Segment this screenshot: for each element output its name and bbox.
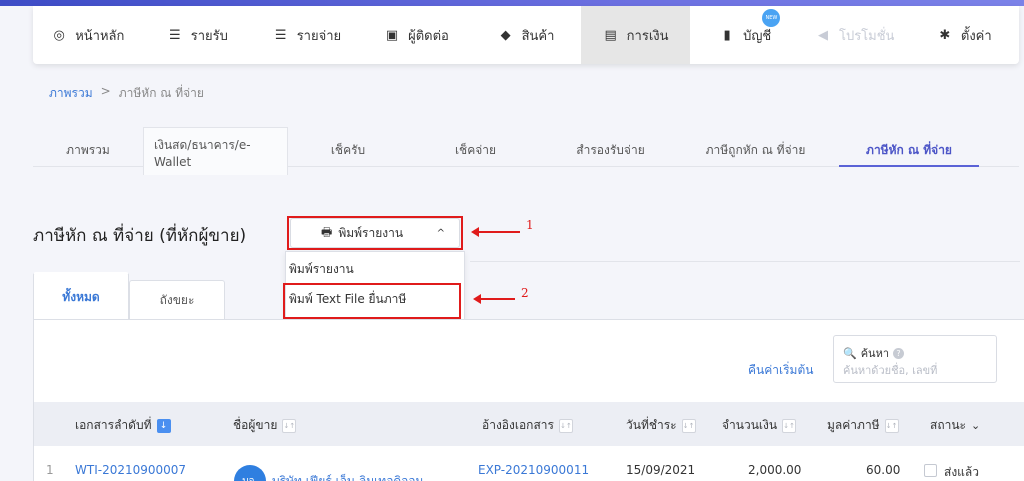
help-icon[interactable]: ? — [893, 347, 905, 359]
breadcrumb-separator: > — [100, 84, 111, 98]
nav-label: โปรโมชั่น — [838, 28, 895, 44]
megaphone-icon: ◀ — [817, 27, 828, 43]
subtab-cheque-paid[interactable]: เช็คจ่าย — [408, 135, 543, 166]
breadcrumb: ภาพรวม > ภาษีหัก ณ ที่จ่าย — [49, 84, 204, 103]
row-pay-date: 15/09/2021 — [626, 463, 696, 477]
nav-item-contacts[interactable]: ▣ ผู้ติดต่อ — [362, 6, 472, 64]
search-box: 🔍 ค้นหา ? — [833, 335, 997, 383]
annotation-box-2 — [283, 283, 461, 319]
annotation-arrow-1 — [471, 227, 520, 237]
sort-icon[interactable]: ↓↑ — [681, 418, 696, 433]
row-status: ส่งแล้ว — [944, 465, 980, 479]
column-header-vendor[interactable]: ชื่อผู้ขาย ↓↑ — [233, 416, 297, 435]
nav-label: สินค้า — [521, 28, 555, 44]
sort-icon[interactable]: ↓↑ — [782, 418, 797, 433]
table-header: เอกสารลำดับที่ ↓ ชื่อผู้ขาย ↓↑ อ้างอิงเอกส… — [34, 402, 1024, 446]
row-vendor-link[interactable]: บริษัท เฟียร์ เอ็น ลิมเทอดิจอน — [272, 472, 424, 481]
nav-label: ตั้งค่า — [960, 28, 992, 44]
dashboard-icon: ◎ — [53, 27, 65, 43]
expense-list-icon: ☰ — [274, 27, 287, 43]
column-header-status[interactable]: สถานะ ⌄ — [930, 416, 980, 435]
new-badge: NEW — [762, 9, 781, 27]
row-amount: 2,000.00 — [748, 463, 802, 477]
menu-item-print-report[interactable]: พิมพ์รายงาน — [286, 254, 464, 284]
nav-item-settings[interactable]: ✱ ตั้งค่า — [910, 6, 1020, 64]
nav-item-expense[interactable]: ☰ รายจ่าย — [252, 6, 362, 64]
column-header-doc-no[interactable]: เอกสารลำดับที่ ↓ — [75, 416, 171, 435]
tab-all[interactable]: ทั้งหมด — [33, 272, 129, 320]
column-header-amount[interactable]: จำนวนเงิน ↓↑ — [722, 416, 797, 435]
nav-item-finance[interactable]: ▤ การเงิน — [580, 6, 691, 64]
annotation-arrow-2 — [473, 294, 515, 304]
section-divider — [470, 261, 1020, 262]
account-book-icon: ▮ — [723, 27, 731, 43]
product-box-icon: ◆ — [500, 27, 511, 43]
nav-label: การเงิน — [626, 28, 669, 44]
document-tabs: ทั้งหมด ถังขยะ — [33, 272, 225, 320]
search-label: 🔍 ค้นหา ? — [843, 344, 905, 362]
search-icon: 🔍 — [843, 346, 857, 360]
row-doc-no-link[interactable]: WTI-20210900007 — [75, 463, 186, 477]
chevron-down-icon[interactable]: ⌄ — [971, 419, 980, 432]
subtab-wht-paid[interactable]: ภาษีหัก ณ ที่จ่าย — [839, 135, 979, 167]
subtab-petty-cash[interactable]: สำรองรับจ่าย — [543, 135, 678, 166]
annotation-number-1: 1 — [526, 218, 534, 232]
subtab-wht-received[interactable]: ภาษีถูกหัก ณ ที่จ่าย — [678, 135, 833, 166]
nav-item-products[interactable]: ◆ สินค้า — [471, 6, 581, 64]
income-list-icon: ☰ — [168, 27, 181, 43]
nav-item-income[interactable]: ☰ รายรับ — [143, 6, 253, 64]
search-input[interactable] — [843, 362, 983, 378]
annotation-box-1 — [287, 216, 463, 250]
tab-trash[interactable]: ถังขยะ — [129, 280, 225, 320]
sort-icon[interactable]: ↓↑ — [282, 418, 297, 433]
nav-label: บัญชี — [743, 28, 772, 44]
subtab-cheque-received[interactable]: เช็ครับ — [288, 135, 408, 166]
subtab-cash-bank[interactable]: เงินสด/ธนาคาร/e-Wallet — [143, 126, 288, 175]
nav-label: หน้าหลัก — [75, 28, 125, 44]
money-icon: ▤ — [604, 27, 617, 43]
nav-label: ผู้ติดต่อ — [408, 28, 449, 44]
subtab-overview[interactable]: ภาพรวม — [33, 135, 143, 166]
finance-subtabs: ภาพรวม เงินสด/ธนาคาร/e-Wallet เช็ครับ เช… — [33, 126, 1019, 175]
contacts-icon: ▣ — [385, 27, 399, 43]
sort-icon[interactable]: ↓↑ — [884, 418, 899, 433]
row-index: 1 — [46, 463, 54, 477]
reset-filters-link[interactable]: คืนค่าเริ่มต้น — [748, 361, 813, 380]
sort-icon[interactable]: ↓↑ — [558, 418, 573, 433]
gear-icon: ✱ — [939, 27, 951, 43]
breadcrumb-current: ภาษีหัก ณ ที่จ่าย — [118, 86, 204, 100]
column-header-tax[interactable]: มูลค่าภาษี ↓↑ — [827, 416, 899, 435]
nav-label: รายจ่าย — [296, 28, 342, 44]
column-header-reference[interactable]: อ้างอิงเอกสาร ↓↑ — [482, 416, 573, 435]
sort-active-icon[interactable]: ↓ — [156, 418, 171, 433]
nav-label: รายรับ — [190, 28, 228, 44]
annotation-number-2: 2 — [521, 286, 529, 300]
row-reference-link[interactable]: EXP-20210900011 — [478, 463, 589, 477]
nav-item-promotion[interactable]: ◀ โปรโมชั่น — [800, 6, 910, 64]
row-status-checkbox[interactable] — [924, 464, 937, 477]
page-title: ภาษีหัก ณ ที่จ่าย (ที่หักผู้ขาย) — [33, 226, 247, 246]
nav-item-home[interactable]: ◎ หน้าหลัก — [33, 6, 143, 64]
breadcrumb-root-link[interactable]: ภาพรวม — [49, 84, 93, 103]
column-header-pay-date[interactable]: วันที่ชำระ ↓↑ — [626, 416, 696, 435]
main-nav: ◎ หน้าหลัก ☰ รายรับ ☰ รายจ่าย ▣ ผู้ติดต่อ ◆ ส… — [33, 6, 1019, 64]
row-tax: 60.00 — [866, 463, 901, 477]
nav-item-accounting[interactable]: NEW ▮ บัญชี — [690, 6, 800, 64]
